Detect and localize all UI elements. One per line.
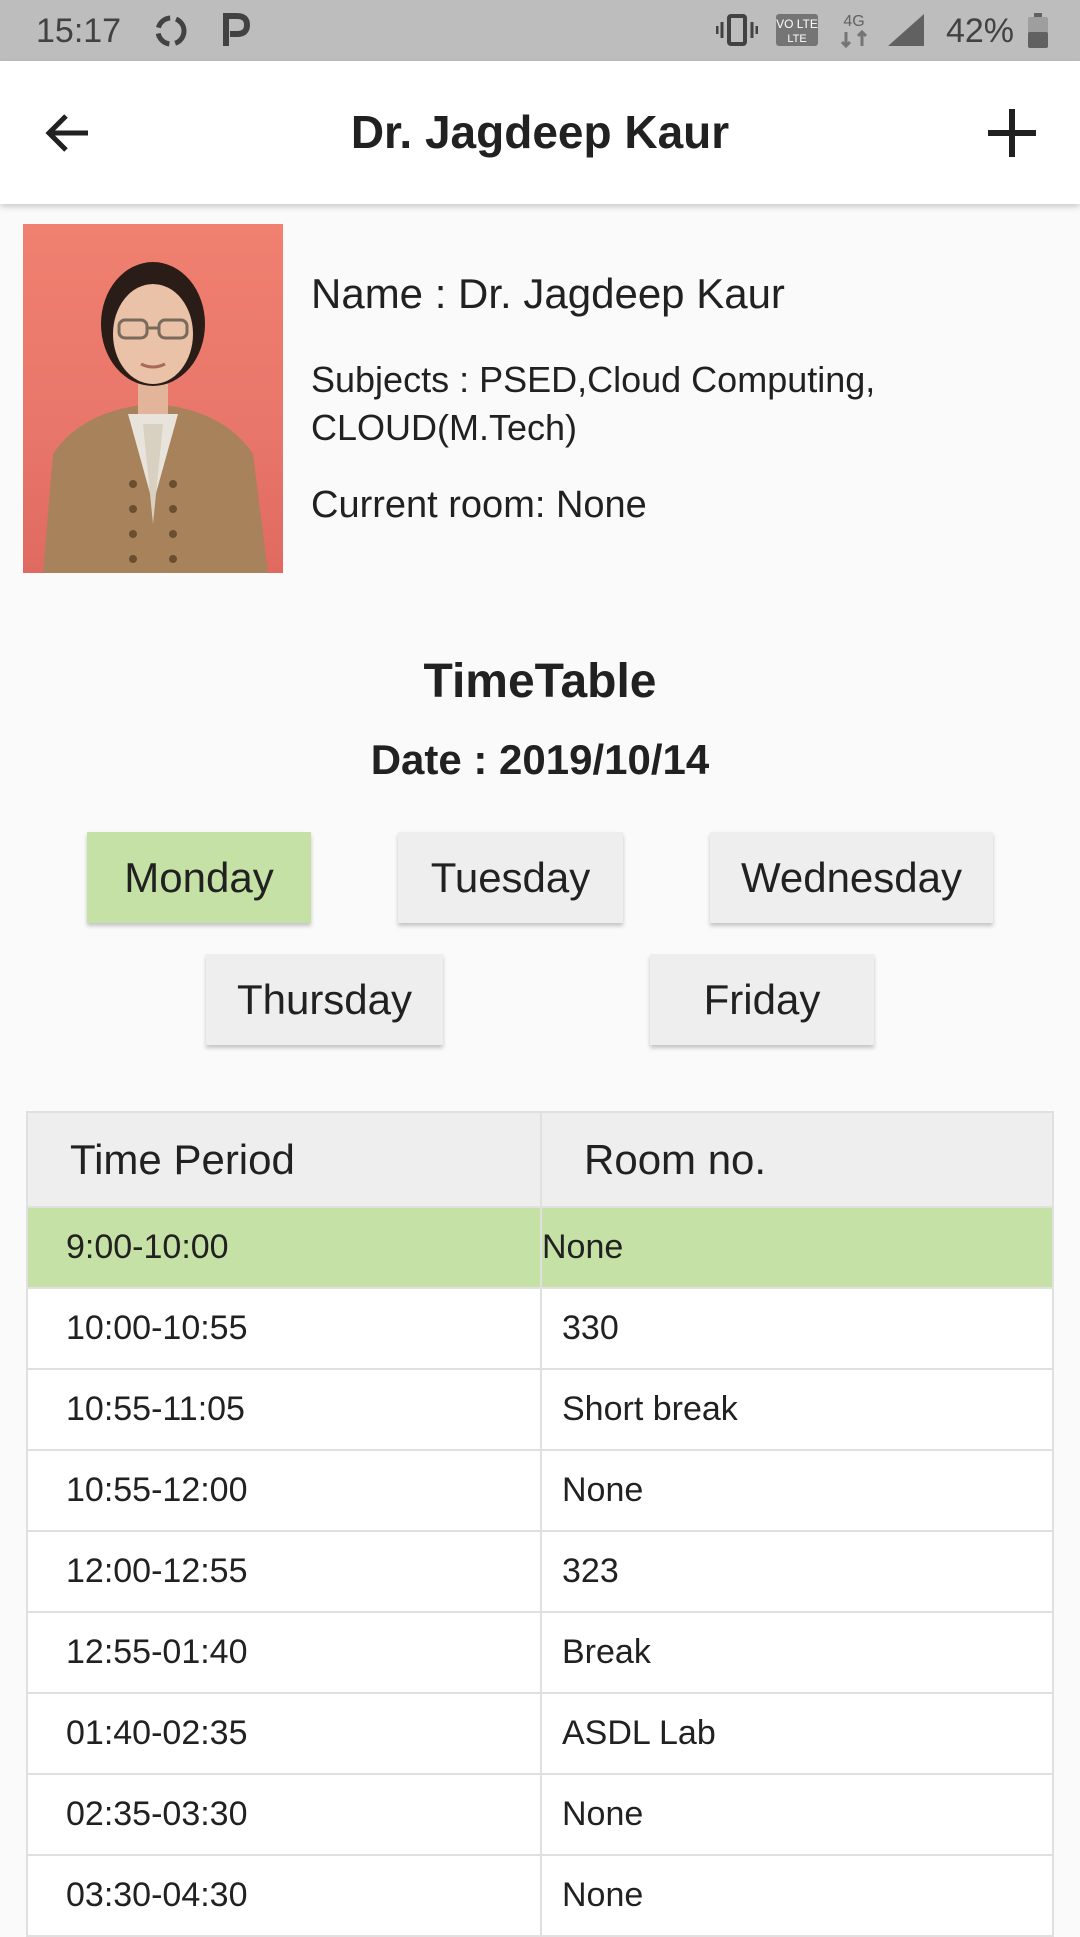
vibrate-icon <box>715 12 759 57</box>
signal-icon <box>886 12 926 57</box>
column-header-room: Room no. <box>540 1111 1054 1208</box>
timetable-date: Date : 2019/10/14 <box>370 736 710 783</box>
svg-text:LTE: LTE <box>787 33 806 45</box>
room-cell: Short break <box>540 1368 1054 1451</box>
svg-text:VO LTE: VO LTE <box>776 17 818 31</box>
time-cell: 02:35-03:30 <box>26 1773 542 1856</box>
timetable-title: TimeTable <box>423 655 657 708</box>
app-bar: Dr. Jagdeep Kaur <box>0 61 1080 204</box>
table-row: 01:40-02:35 ASDL Lab <box>26 1692 1054 1775</box>
room-cell: None <box>540 1773 1054 1856</box>
table-row: 10:55-12:00 None <box>26 1449 1054 1532</box>
room-cell: ASDL Lab <box>540 1692 1054 1775</box>
table-row: 10:55-11:05 Short break <box>26 1368 1054 1451</box>
table-row: 10:00-10:55 330 <box>26 1287 1054 1370</box>
time-cell: 10:55-12:00 <box>26 1449 542 1532</box>
volte-icon: VO LTE LTE <box>774 12 820 57</box>
profile-name: Name : Dr. Jagdeep Kaur <box>311 270 785 317</box>
day-button-tuesday[interactable]: Tuesday <box>398 832 623 923</box>
day-button-wednesday[interactable]: Wednesday <box>710 832 993 923</box>
battery-icon <box>1026 12 1050 59</box>
profile-subjects: Subjects : PSED,Cloud Computing, CLOUD(M… <box>311 359 876 448</box>
time-cell: 03:30-04:30 <box>26 1854 542 1937</box>
status-time: 15:17 <box>36 12 122 50</box>
time-cell: 10:00-10:55 <box>26 1287 542 1370</box>
battery-percent: 42% <box>945 12 1014 50</box>
table-row: 03:30-04:30 None <box>26 1854 1054 1937</box>
table-row: 12:55-01:40 Break <box>26 1611 1054 1694</box>
day-button-friday[interactable]: Friday <box>650 954 874 1045</box>
p-icon <box>220 12 251 57</box>
add-button[interactable] <box>980 101 1044 165</box>
page-title: Dr. Jagdeep Kaur <box>350 106 730 158</box>
day-button-monday[interactable]: Monday <box>87 832 311 923</box>
room-cell: 330 <box>540 1287 1054 1370</box>
profile-current-room: Current room: None <box>311 484 647 526</box>
room-cell: None <box>540 1854 1054 1937</box>
room-cell: Break <box>540 1611 1054 1694</box>
svg-text:4G: 4G <box>843 13 864 30</box>
time-cell: 01:40-02:35 <box>26 1692 542 1775</box>
profile-photo <box>23 224 283 573</box>
time-cell: 12:55-01:40 <box>26 1611 542 1694</box>
network-4g-icon: 4G <box>836 10 872 59</box>
time-cell: 10:55-11:05 <box>26 1368 542 1451</box>
day-button-thursday[interactable]: Thursday <box>206 954 443 1045</box>
sync-icon <box>150 10 192 61</box>
status-bar: 15:17 VO LTE LTE 4G 42% <box>0 0 1080 61</box>
table-row: 02:35-03:30 None <box>26 1773 1054 1856</box>
table-header-row: Time Period Room no. <box>26 1111 1054 1208</box>
add-icon <box>988 109 1036 157</box>
room-cell: None <box>540 1206 1054 1289</box>
table-row: 12:00-12:55 323 <box>26 1530 1054 1613</box>
time-cell: 12:00-12:55 <box>26 1530 542 1613</box>
table-row: 9:00-10:00 None <box>26 1206 1054 1289</box>
timetable-table: Time Period Room no. 9:00-10:00 None 10:… <box>26 1111 1054 1937</box>
room-cell: None <box>540 1449 1054 1532</box>
room-cell: 323 <box>540 1530 1054 1613</box>
time-cell: 9:00-10:00 <box>26 1206 542 1289</box>
column-header-time-period: Time Period <box>26 1111 542 1208</box>
